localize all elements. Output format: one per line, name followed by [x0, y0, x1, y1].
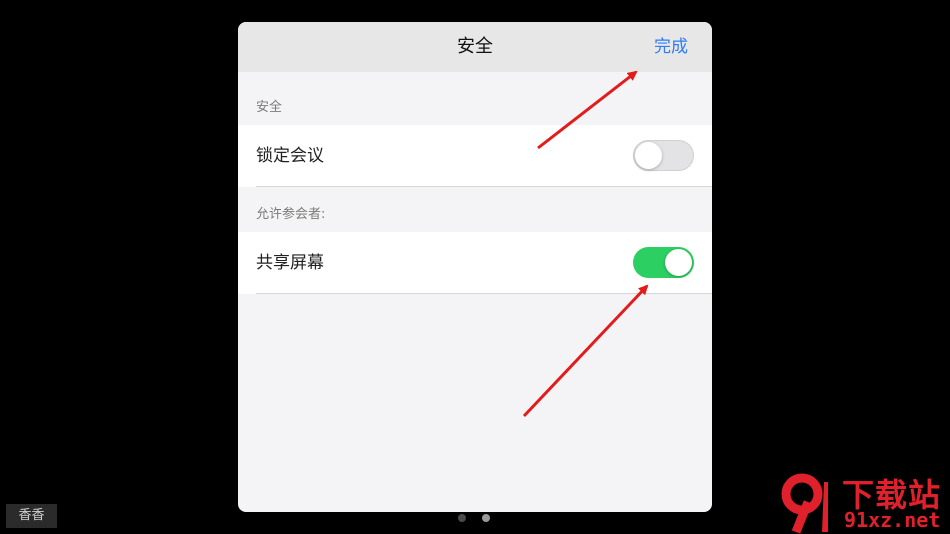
share-screen-row[interactable]: 共享屏幕 [238, 232, 712, 294]
section-label-security: 安全 [256, 100, 283, 115]
section-label-allow-participants: 允许参会者: [256, 207, 326, 222]
modal-title: 安全 [457, 36, 493, 57]
user-name-tag: 香香 [6, 504, 57, 528]
share-screen-toggle[interactable] [633, 247, 694, 278]
watermark-domain: 91xz.net [844, 508, 941, 532]
site-watermark: 下载站 91xz.net [778, 472, 950, 534]
91-logo-icon [781, 473, 828, 534]
security-modal: 安全 完成 安全 锁定会议 允许参会者: 共享屏幕 [238, 22, 712, 512]
row-divider [256, 293, 712, 294]
page-dot-active[interactable] [482, 514, 490, 522]
lock-meeting-toggle[interactable] [633, 140, 694, 171]
done-button[interactable]: 完成 [654, 22, 688, 72]
toggle-knob [635, 142, 662, 169]
page-indicator [456, 514, 496, 522]
lock-meeting-row[interactable]: 锁定会议 [238, 125, 712, 187]
page-dot[interactable] [458, 514, 466, 522]
toggle-knob [665, 249, 692, 276]
lock-meeting-label: 锁定会议 [256, 146, 324, 166]
share-screen-label: 共享屏幕 [256, 253, 324, 273]
row-divider [256, 186, 712, 187]
modal-header: 安全 完成 [238, 22, 712, 72]
